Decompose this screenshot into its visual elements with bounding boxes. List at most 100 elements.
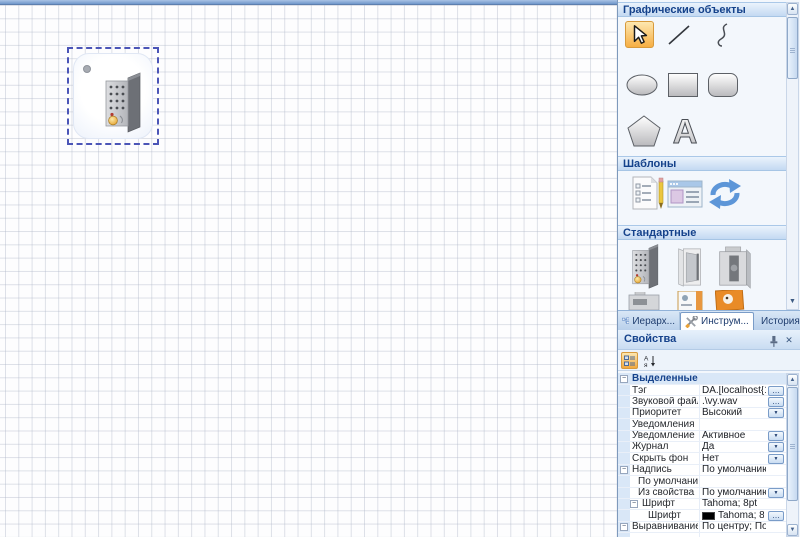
dropdown-button[interactable]: ▼ <box>768 488 784 498</box>
checklist-template-button[interactable] <box>630 174 666 212</box>
scrollbar-thumb[interactable] <box>787 387 798 501</box>
tab-history[interactable]: История <box>754 312 800 330</box>
property-row-from-property[interactable]: Из свойства По умолчанию ▼ <box>618 488 786 499</box>
property-label: Звуковой файл <box>632 397 698 408</box>
property-value[interactable]: По умолчанию; Taho <box>702 465 766 476</box>
property-label: Надпись <box>632 465 698 476</box>
drawing-canvas[interactable] <box>0 0 617 537</box>
categorized-icon <box>624 355 636 367</box>
property-value[interactable]: Tahoma; 8pt <box>718 511 764 522</box>
property-label: По умолчанию <box>638 477 698 488</box>
rounded-rectangle-icon <box>707 72 739 98</box>
property-label: Шрифт <box>642 499 698 510</box>
rounded-rectangle-tool[interactable] <box>706 70 740 100</box>
tab-tools[interactable]: Инструм... <box>680 312 754 330</box>
scroll-up-button[interactable]: ▲ <box>787 3 798 15</box>
standard-door-button[interactable] <box>674 245 708 289</box>
pentagon-tool[interactable] <box>625 113 663 149</box>
property-label: Шрифт <box>648 511 698 522</box>
refresh-templates-button[interactable] <box>706 178 744 210</box>
intercom-panel-icon[interactable] <box>102 71 146 133</box>
alphabetical-sort-button[interactable] <box>641 352 658 369</box>
pin-icon[interactable] <box>768 335 780 347</box>
property-row-sound-file[interactable]: Звуковой файл .\vy.wav … <box>618 396 786 407</box>
scrollbar-thumb[interactable] <box>787 17 798 79</box>
dropdown-button[interactable]: ▼ <box>768 408 784 418</box>
property-row-default[interactable]: По умолчанию <box>618 476 786 487</box>
property-label: Выравнивание <box>632 522 698 533</box>
property-row-notifications[interactable]: Уведомления <box>618 419 786 430</box>
close-icon[interactable]: ✕ <box>783 335 795 347</box>
property-row-alignment[interactable]: − Выравнивание По центру; По верх <box>618 522 786 533</box>
standard-turnstile-button[interactable] <box>716 244 754 290</box>
scroll-up-button[interactable]: ▲ <box>787 374 798 386</box>
collapse-icon[interactable]: − <box>620 375 628 383</box>
property-value[interactable]: .\vy.wav <box>702 397 766 408</box>
ellipsis-button[interactable]: … <box>768 511 784 521</box>
object-background-shape[interactable] <box>73 53 153 139</box>
ellipse-icon <box>625 73 659 97</box>
property-value[interactable]: Высокий <box>702 408 766 419</box>
property-row-journal[interactable]: Журнал Да ▼ <box>618 442 786 453</box>
line-tool[interactable] <box>664 21 694 48</box>
property-value[interactable]: DA.[localhost{188 <box>702 386 766 397</box>
property-label: Уведомление <box>632 431 698 442</box>
property-value[interactable]: По центру; По верх <box>702 522 766 533</box>
scroll-down-button[interactable]: ▼ <box>787 524 798 536</box>
property-row-font-group[interactable]: − Шрифт Tahoma; 8pt <box>618 499 786 510</box>
property-row-partial[interactable] <box>618 533 786 537</box>
section-header-templates[interactable]: Шаблоны <box>618 156 786 171</box>
dropdown-button[interactable]: ▼ <box>768 431 784 441</box>
section-header-standard[interactable]: Стандартные <box>618 225 786 240</box>
line-icon <box>666 23 692 47</box>
curve-tool[interactable] <box>708 21 738 48</box>
font-color-swatch <box>702 512 715 520</box>
palette-scrollbar[interactable]: ▲ ▼ <box>786 2 799 310</box>
app-window: Графические объекты <box>0 0 800 537</box>
property-category-row[interactable]: − Выделенные объекты <box>618 373 786 385</box>
property-row-font[interactable]: Шрифт Tahoma; 8pt … <box>618 510 786 521</box>
selected-object[interactable] <box>67 47 159 145</box>
scroll-down-button[interactable]: ▼ <box>789 298 796 306</box>
object-anchor-dot <box>83 65 91 73</box>
tools-icon <box>685 316 698 328</box>
property-row-priority[interactable]: Приоритет Высокий ▼ <box>618 408 786 419</box>
property-row-notification[interactable]: Уведомление Активное ▼ <box>618 431 786 442</box>
pentagon-icon <box>626 114 662 148</box>
property-label: Из свойства <box>638 488 698 499</box>
property-value[interactable]: Нет <box>702 454 766 465</box>
property-value[interactable]: Активное <box>702 431 766 442</box>
property-label: Уведомления <box>632 420 698 431</box>
photo-card-icon <box>715 290 745 310</box>
collapse-icon[interactable]: − <box>620 523 628 531</box>
dropdown-button[interactable]: ▼ <box>768 454 784 464</box>
collapse-icon[interactable]: − <box>620 466 628 474</box>
categorized-view-button[interactable] <box>621 352 638 369</box>
tab-hierarchy[interactable]: Иерарх... <box>618 312 680 330</box>
ellipsis-button[interactable]: … <box>768 386 784 396</box>
section-header-graphic-objects[interactable]: Графические объекты <box>618 2 786 17</box>
collapse-icon[interactable]: − <box>630 500 638 508</box>
form-template-button[interactable] <box>666 178 704 210</box>
property-grid: − Выделенные объекты Тэг DA.[localhost{1… <box>618 373 786 537</box>
property-value[interactable]: По умолчанию <box>702 488 766 499</box>
section-title: Графические объекты <box>623 4 746 16</box>
property-value[interactable]: Да <box>702 442 766 453</box>
standard-intercom-button[interactable] <box>628 242 664 290</box>
panel-tab-bar: Иерарх... Инструм... История <box>618 310 800 330</box>
standard-badge-button[interactable] <box>676 291 706 310</box>
text-tool[interactable]: A <box>666 113 704 149</box>
property-grid-scrollbar[interactable]: ▲ ▼ <box>786 373 799 537</box>
property-value[interactable]: Tahoma; 8pt <box>702 499 766 510</box>
dropdown-button[interactable]: ▼ <box>768 442 784 452</box>
pointer-tool[interactable] <box>625 21 654 48</box>
section-title: Шаблоны <box>623 158 676 170</box>
ellipse-tool[interactable] <box>625 70 659 100</box>
standard-photo-card-button[interactable] <box>714 290 746 310</box>
property-row-tag[interactable]: Тэг DA.[localhost{188 … <box>618 385 786 396</box>
property-row-caption[interactable]: − Надпись По умолчанию; Taho <box>618 465 786 476</box>
standard-reader-button[interactable] <box>626 292 662 310</box>
rectangle-tool[interactable] <box>666 70 700 100</box>
ellipsis-button[interactable]: … <box>768 397 784 407</box>
property-row-hide-background[interactable]: Скрыть фон Нет ▼ <box>618 453 786 464</box>
